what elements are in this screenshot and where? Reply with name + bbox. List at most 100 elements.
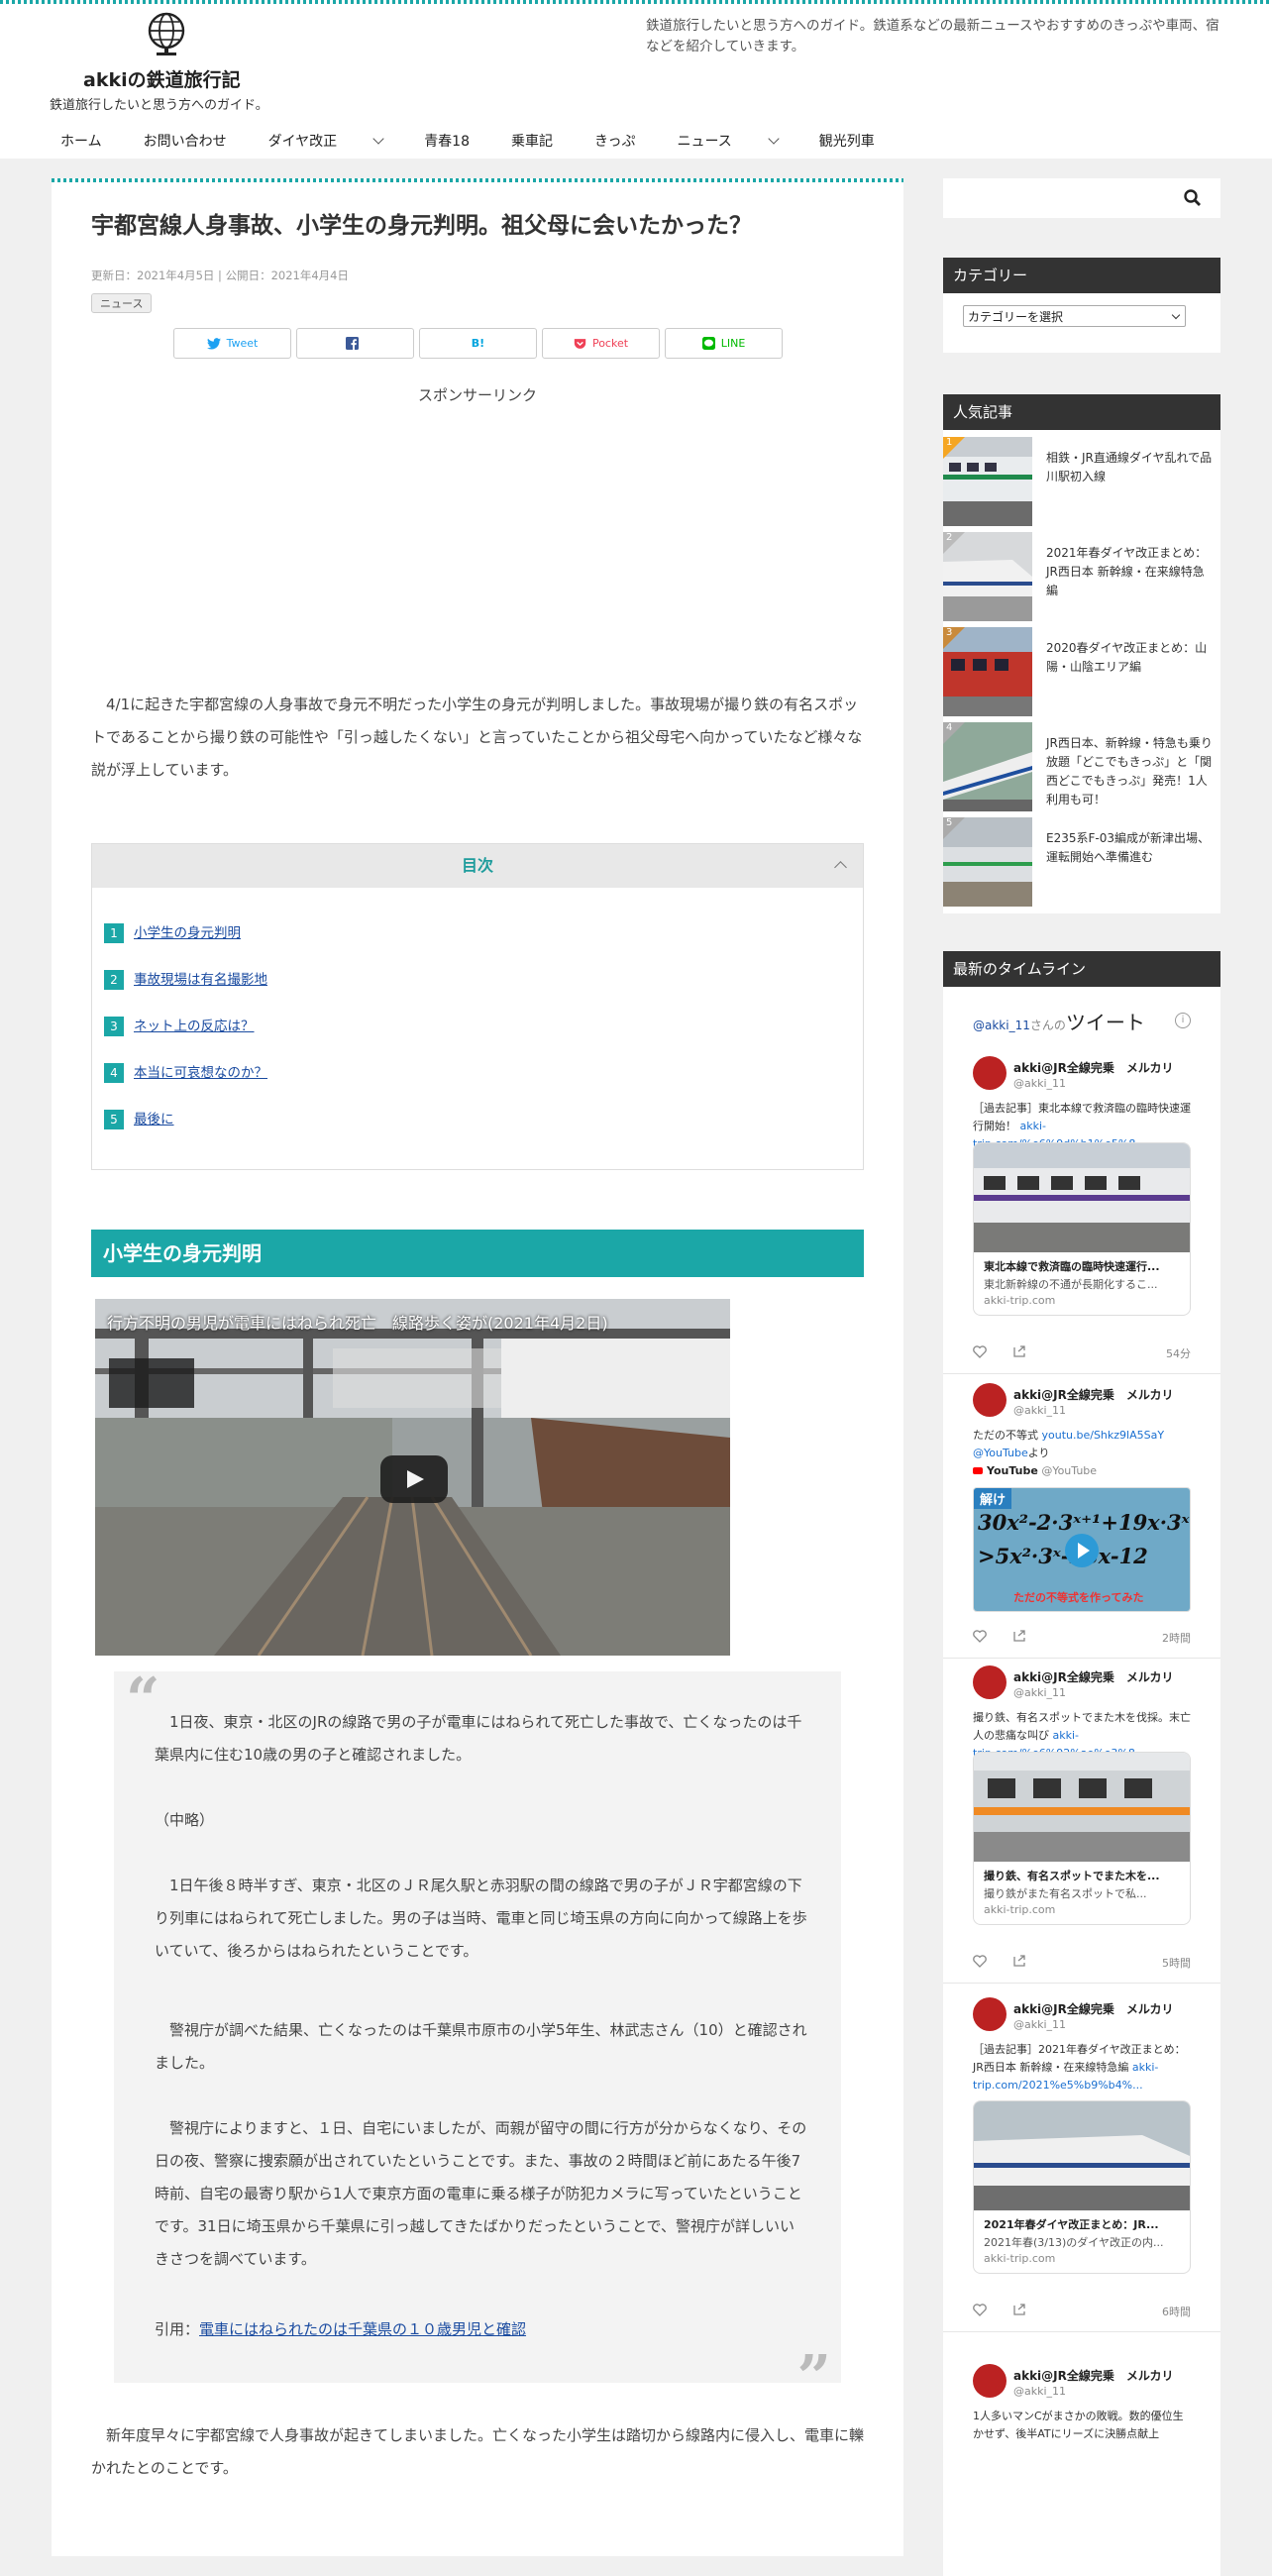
timeline-header: @akki_11さんのツイート i <box>973 1007 1191 1035</box>
popular-post-item[interactable]: 1 相鉄・JR直通線ダイヤ乱れで品川駅初入線 <box>943 437 1220 526</box>
facebook-icon <box>346 337 359 350</box>
quote-close-icon: ” <box>796 2343 831 2413</box>
info-icon[interactable]: i <box>1175 1013 1191 1028</box>
toc-link[interactable]: 事故現場は有名撮影地 <box>134 970 267 990</box>
chevron-down-icon <box>768 132 780 145</box>
toc-link[interactable]: ネット上の反応は？ <box>134 1017 255 1036</box>
toc-item[interactable]: 1 小学生の身元判明 <box>104 923 267 970</box>
popular-post-item[interactable]: 3 2020春ダイヤ改正まとめ：山陽・山陰エリア編 <box>943 627 1220 716</box>
nav-item-news[interactable]: ニュース <box>656 125 797 157</box>
avatar[interactable] <box>973 1997 1007 2031</box>
heart-icon[interactable] <box>973 1345 987 1358</box>
category-badge[interactable]: ニュース <box>91 293 153 313</box>
category-widget: カテゴリー カテゴリーを選択 <box>943 258 1220 353</box>
toc-item[interactable]: 4 本当に可哀想なのか？ <box>104 1063 267 1110</box>
post-dates: 更新日：2021年4月5日 | 公開日：2021年4月4日 <box>91 268 349 282</box>
popular-post-item[interactable]: 2 2021年春ダイヤ改正まとめ：JR西日本 新幹線・在来線特急編 <box>943 532 1220 621</box>
toc-header[interactable]: 目次 <box>92 844 863 888</box>
play-button-icon[interactable] <box>1065 1534 1099 1567</box>
sponsored-link-label: スポンサーリンク <box>417 386 537 404</box>
category-select[interactable]: カテゴリーを選択 <box>963 305 1186 327</box>
toc-item[interactable]: 3 ネット上の反応は？ <box>104 1017 267 1063</box>
youtube-video-embed[interactable]: 行方不明の男児が電車にはねられ死亡 線路歩く姿が(2021年4月2日) <box>95 1299 730 1656</box>
quote-paragraph: 1日午後８時半すぎ、東京・北区のＪＲ尾久駅と赤羽駅の間の線路で男の子がＪＲ宇都宮… <box>155 1877 807 1960</box>
heart-icon[interactable] <box>973 1630 987 1643</box>
nav-item-tickets[interactable]: きっぷ <box>574 125 656 157</box>
link-card[interactable]: 東北本線で救済臨の臨時快速運行... 東北新幹線の不通が長期化するこ... ak… <box>973 1142 1191 1316</box>
youtube-attribution: YouTube @YouTube <box>973 1464 1191 1477</box>
site-title[interactable]: akkiの鉄道旅行記 <box>83 65 241 92</box>
search-input[interactable] <box>961 178 1153 218</box>
toc-link[interactable]: 最後に <box>134 1110 174 1129</box>
share-icon[interactable] <box>1012 1345 1026 1358</box>
toc-link[interactable]: 本当に可哀想なのか？ <box>134 1063 267 1083</box>
pocket-icon <box>574 338 586 349</box>
tweet-actions: 54分 <box>973 1343 1191 1363</box>
popular-posts-widget: 人気記事 1 相鉄・JR直通線ダイヤ乱れで品川駅初入線 2 2021年春ダイヤ改… <box>943 394 1220 913</box>
toc-item[interactable]: 2 事故現場は有名撮影地 <box>104 970 267 1017</box>
site-tagline: 鉄道旅行したいと思う方へのガイド。 <box>50 98 268 113</box>
play-button-icon[interactable] <box>380 1455 448 1503</box>
tweet-link[interactable]: youtu.be/Shkz9lA5SaY <box>1042 1429 1165 1442</box>
search-icon[interactable] <box>1183 188 1203 208</box>
popular-post-title[interactable]: JR西日本、新幹線・特急も乗り放題「どこでもきっぷ」と「関西どこでもきっぷ」発売… <box>1046 734 1213 809</box>
timeline-handle-link[interactable]: @akki_11 <box>973 1019 1030 1032</box>
tweet-text: 1人多いマンCがまさかの敗戦。数的優位生かせず、後半ATにリーズに決勝点献上 <box>973 2410 1184 2440</box>
chevron-up-icon[interactable] <box>834 861 847 874</box>
quote-citation: 引用：電車にはねられたのは千葉県の１０歳男児と確認 <box>155 2320 527 2338</box>
nav-item-ride-report[interactable]: 乗車記 <box>490 125 574 157</box>
toc-item[interactable]: 5 最後に <box>104 1110 267 1156</box>
intro-paragraph: 4/1に起きた宇都宮線の人身事故で身元不明だった小学生の身元が判明しました。事故… <box>91 696 863 779</box>
nav-item-seishun18[interactable]: 青春18 <box>403 125 490 157</box>
nav-item-sightseeing-trains[interactable]: 観光列車 <box>798 125 896 157</box>
popular-post-title[interactable]: 相鉄・JR直通線ダイヤ乱れで品川駅初入線 <box>1046 449 1213 486</box>
pocket-share-button[interactable]: Pocket <box>542 328 660 359</box>
twitter-icon <box>206 337 221 350</box>
avatar[interactable] <box>973 1665 1007 1699</box>
youtube-card[interactable]: 解け 30x²-2·3ˣ⁺¹+19x·3ˣ >5x²·3ˣ-38x-12 ただの… <box>973 1487 1191 1612</box>
heart-icon[interactable] <box>973 2304 987 2316</box>
card-image <box>974 1753 1190 1862</box>
facebook-share-button[interactable] <box>296 328 414 359</box>
toc-link[interactable]: 小学生の身元判明 <box>134 923 241 943</box>
share-icon[interactable] <box>1012 1630 1026 1643</box>
popular-post-title[interactable]: 2021年春ダイヤ改正まとめ：JR西日本 新幹線・在来線特急編 <box>1046 544 1213 600</box>
heart-icon[interactable] <box>973 1955 987 1968</box>
divider <box>943 1373 1220 1374</box>
quote-paragraph: 1日夜、東京・北区のJRの線路で男の子が電車にはねられて死亡した事故で、亡くなっ… <box>155 1713 802 1764</box>
tweet-actions: 6時間 <box>973 2302 1191 2321</box>
line-icon <box>701 337 715 350</box>
share-icon[interactable] <box>1012 1955 1026 1968</box>
card-image <box>974 2101 1190 2210</box>
hatena-bookmark-button[interactable]: B! <box>419 328 537 359</box>
avatar[interactable] <box>973 1383 1007 1417</box>
section-heading: 小学生の身元判明 <box>91 1230 864 1277</box>
popular-post-item[interactable]: 4 JR西日本、新幹線・特急も乗り放題「どこでもきっぷ」と「関西どこでもきっぷ」… <box>943 722 1220 811</box>
nav-item-timetable[interactable]: ダイヤ改正 <box>248 125 404 157</box>
card-image <box>974 1143 1190 1252</box>
divider <box>943 1983 1220 1984</box>
citation-link[interactable]: 電車にはねられたのは千葉県の１０歳男児と確認 <box>199 2320 526 2338</box>
line-share-button[interactable]: LINE <box>665 328 783 359</box>
video-title[interactable]: 行方不明の男児が電車にはねられ死亡 線路歩く姿が(2021年4月2日) <box>107 1310 608 1334</box>
nav-item-home[interactable]: ホーム <box>40 125 123 157</box>
table-of-contents: 目次 1 小学生の身元判明 2 事故現場は有名撮影地 3 ネット上の反応は？ 4 本当に… <box>91 843 864 1170</box>
post-title: 宇都宮線人身事故、小学生の身元判明。祖父母に会いたかった？ <box>91 213 752 239</box>
tweet-text: ただの不等式 youtu.be/Shkz9lA5SaY @YouTubeより <box>973 1429 1165 1459</box>
nav-item-contact[interactable]: お問い合わせ <box>123 125 248 157</box>
twitter-timeline-widget: 最新のタイムライン @akki_11さんのツイート i akki@JR全線完乗 … <box>943 951 1220 2576</box>
avatar[interactable] <box>973 2364 1007 2398</box>
link-card[interactable]: 撮り鉄、有名スポットでまた木を... 撮り鉄がまた有名スポットで私... akk… <box>973 1752 1191 1925</box>
quote-paragraph: 警視庁が調べた結果、亡くなったのは千葉県市原市の小学5年生、林武志さん（10）と… <box>155 2021 807 2072</box>
tweet-share-button[interactable]: Tweet <box>173 328 291 359</box>
widget-title: 最新のタイムライン <box>943 951 1220 987</box>
avatar[interactable] <box>973 1056 1007 1090</box>
link-card[interactable]: 2021年春ダイヤ改正まとめ：JR... 2021年春(3/13)のダイヤ改正の… <box>973 2100 1191 2274</box>
popular-post-item[interactable]: 5 E235系F-03編成が新津出場、運転開始へ準備進む <box>943 817 1220 907</box>
share-icon[interactable] <box>1012 2304 1026 2316</box>
tweet-actions: 2時間 <box>973 1628 1191 1648</box>
popular-post-title[interactable]: 2020春ダイヤ改正まとめ：山陽・山陰エリア編 <box>1046 639 1213 677</box>
popular-post-title[interactable]: E235系F-03編成が新津出場、運転開始へ準備進む <box>1046 829 1213 867</box>
mention-link[interactable]: @YouTube <box>973 1447 1028 1459</box>
globe-logo-icon[interactable] <box>146 12 187 57</box>
